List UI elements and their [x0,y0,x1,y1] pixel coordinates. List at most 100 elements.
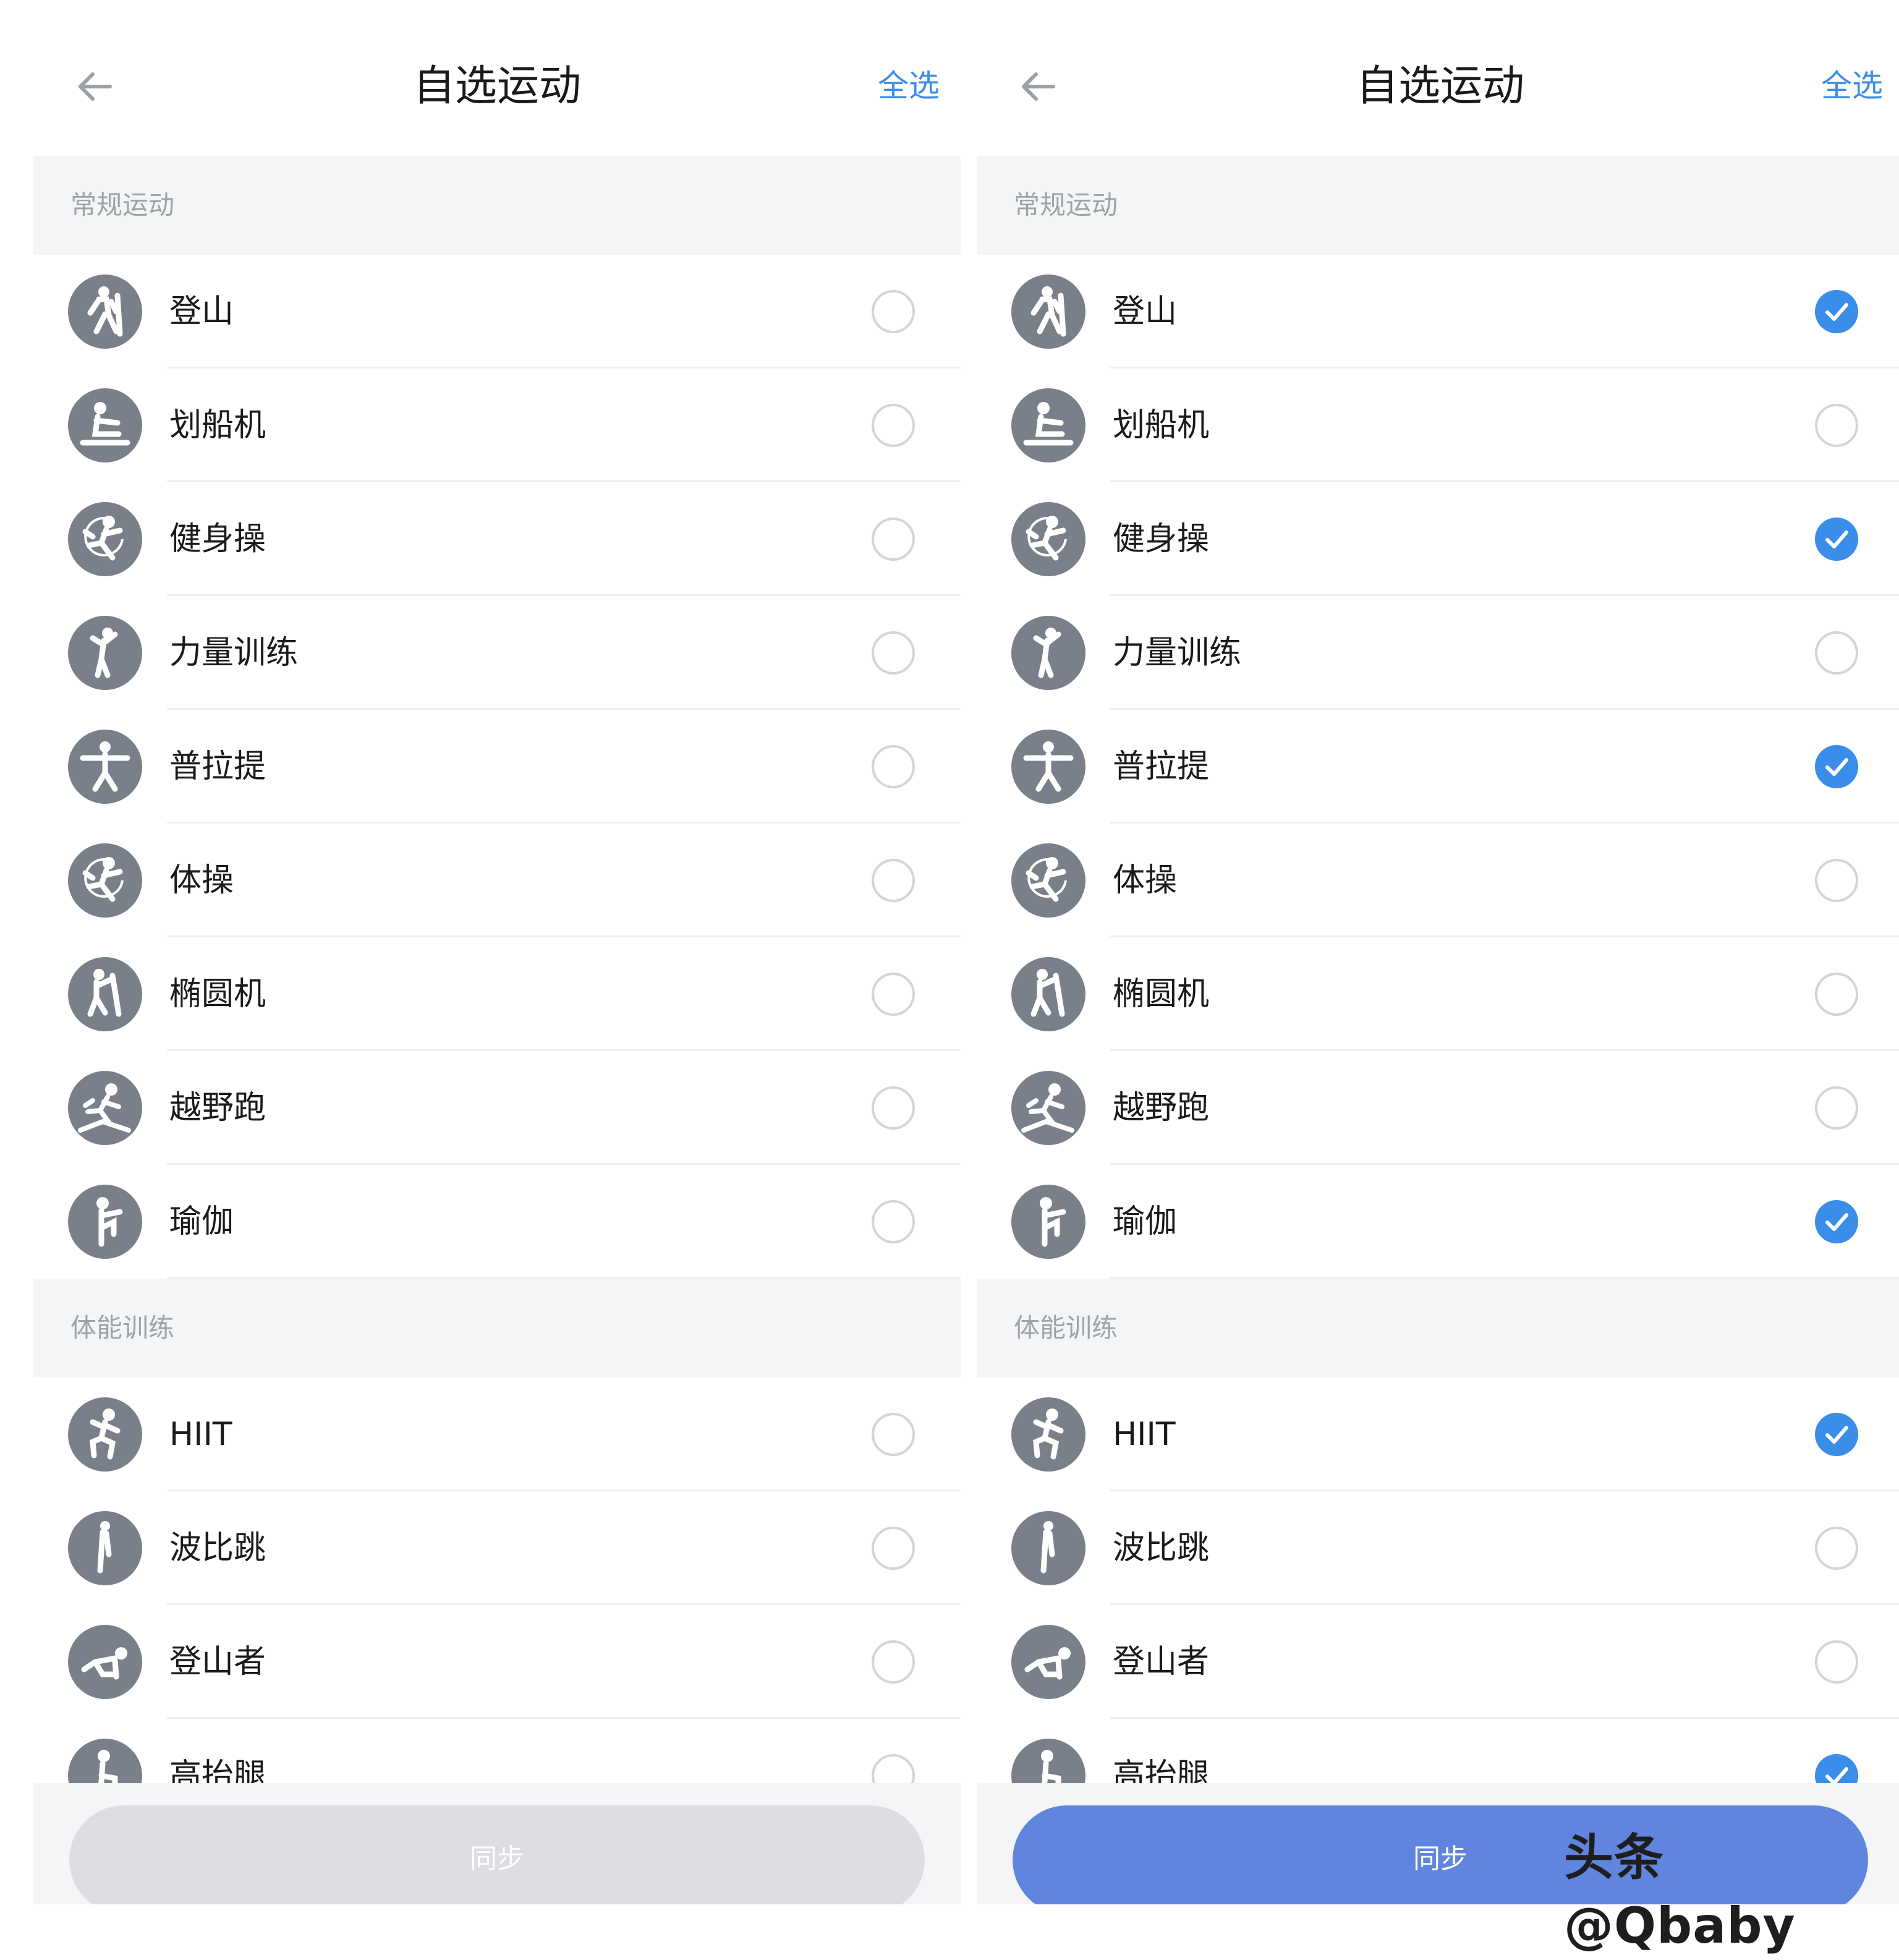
elliptical-icon [68,957,142,1031]
unchecked-radio-icon[interactable] [872,631,915,675]
sport-list-item[interactable]: 健身操 [33,482,961,596]
unchecked-radio-icon[interactable] [1815,1086,1858,1130]
watermark: 头条 @Qbaby [1564,1829,1796,1954]
sport-list-item[interactable]: 越野跑 [977,1051,1899,1165]
pilates-icon [1011,730,1085,804]
trail-running-icon [68,1071,142,1145]
sport-label: 瑜伽 [169,1203,234,1240]
sport-list-item[interactable]: 力量训练 [977,596,1899,710]
sport-list-item[interactable]: 波比跳 [33,1491,961,1605]
sport-list-item[interactable]: 登山者 [33,1605,961,1719]
section-title: 常规运动 [1014,190,1118,220]
burpee-icon [1011,1511,1085,1585]
gymnastics-icon [68,843,142,918]
checked-radio-icon[interactable] [1815,518,1858,561]
sport-list-item[interactable]: 普拉提 [33,710,961,824]
unchecked-radio-icon[interactable] [1815,973,1858,1016]
rowing-machine-icon [68,388,142,462]
sport-selection-screen-unselected: 自选运动 全选 常规运动登山划船机健身操力量训练普拉提体操椭圆机 越野跑瑜伽体能训… [33,0,961,1904]
select-all-button[interactable]: 全选 [878,64,940,108]
sport-list-item[interactable]: 椭圆机 [977,937,1899,1051]
sync-label: 同步 [470,1843,524,1875]
hiit-icon [68,1397,142,1472]
unchecked-radio-icon[interactable] [872,290,915,333]
unchecked-radio-icon[interactable] [872,1527,915,1570]
section-header: 体能训练 [33,1279,961,1378]
unchecked-radio-icon[interactable] [1815,1640,1858,1684]
sport-list-item[interactable]: 体操 [33,824,961,937]
section-title: 常规运动 [70,190,175,220]
sport-list-item[interactable]: 越野跑 [33,1051,961,1165]
sport-label: 波比跳 [169,1530,266,1567]
sport-list: 常规运动登山划船机健身操力量训练普拉提体操椭圆机越野跑瑜伽体能训练 HIIT 波比跳… [977,156,1899,1833]
select-all-button[interactable]: 全选 [1821,64,1883,108]
checked-radio-icon[interactable] [1815,1413,1858,1456]
footer-bar: 同步 [33,1783,961,1904]
unchecked-radio-icon[interactable] [1815,404,1858,447]
sport-list-item[interactable]: 登山 [977,255,1899,369]
aerobics-icon [68,502,142,576]
unchecked-radio-icon[interactable] [872,1200,915,1243]
pilates-icon [68,730,142,804]
sport-list-item[interactable]: 划船机 [977,369,1899,482]
sport-label: 体操 [169,862,234,899]
section-title: 体能训练 [1014,1313,1118,1343]
sport-list-item[interactable]: 划船机 [33,369,961,482]
section-header: 常规运动 [33,156,961,255]
checked-radio-icon[interactable] [1815,290,1858,333]
sport-list-item[interactable]: 普拉提 [977,710,1899,824]
sport-label: 普拉提 [1113,748,1210,785]
sport-list-item[interactable]: 波比跳 [977,1491,1899,1605]
hiking-icon [1011,275,1085,349]
unchecked-radio-icon[interactable] [1815,859,1858,902]
checked-radio-icon[interactable] [1815,1200,1858,1243]
sport-list-item[interactable]: 椭圆机 [33,937,961,1051]
strength-training-icon [1011,616,1085,690]
sport-label: 普拉提 [169,748,266,785]
sport-list-item[interactable]: HIIT [33,1378,961,1491]
unchecked-radio-icon[interactable] [872,859,915,902]
sport-label: 划船机 [169,407,266,444]
sport-label: 健身操 [169,521,266,558]
unchecked-radio-icon[interactable] [872,1640,915,1684]
unchecked-radio-icon[interactable] [872,404,915,447]
unchecked-radio-icon[interactable] [1815,631,1858,675]
rowing-machine-icon [1011,388,1085,462]
sport-label: 体操 [1113,862,1178,899]
section-title: 体能训练 [70,1313,175,1343]
unchecked-radio-icon[interactable] [872,1413,915,1456]
sync-button[interactable]: 同步 [69,1805,925,1904]
aerobics-icon [1011,502,1085,576]
unchecked-radio-icon[interactable] [1815,1527,1858,1570]
sport-label: 波比跳 [1113,1530,1210,1567]
unchecked-radio-icon[interactable] [872,1086,915,1130]
sport-label: 登山 [1113,293,1178,330]
section-header: 常规运动 [977,156,1899,255]
sport-list-item[interactable]: 瑜伽 [33,1165,961,1279]
sport-list-item[interactable]: 力量训练 [33,596,961,710]
sport-label: 椭圆机 [1113,976,1210,1013]
sport-label: 划船机 [1113,407,1210,444]
unchecked-radio-icon[interactable] [872,745,915,788]
sport-list: 常规运动登山划船机健身操力量训练普拉提体操椭圆机 越野跑瑜伽体能训练 HIIT 波比跳… [33,156,961,1833]
checked-radio-icon[interactable] [1815,745,1858,788]
sport-list-item[interactable]: 体操 [977,824,1899,937]
sport-list-item[interactable]: 登山者 [977,1605,1899,1719]
yoga-icon [1011,1185,1085,1259]
sport-list-item[interactable]: 瑜伽 [977,1165,1899,1279]
unchecked-radio-icon[interactable] [872,518,915,561]
page-title: 自选运动 [412,62,581,111]
sport-label: 力量训练 [169,634,299,671]
unchecked-radio-icon[interactable] [872,973,915,1016]
sport-label: 健身操 [1113,521,1210,558]
sport-label: 越野跑 [1113,1089,1210,1127]
mountain-climber-icon [1011,1625,1085,1699]
page-title: 自选运动 [1356,62,1524,111]
sport-list-item[interactable]: 健身操 [977,482,1899,596]
sport-label: 登山 [169,293,234,330]
strength-training-icon [68,616,142,690]
sport-list-item[interactable]: 登山 [33,255,961,369]
sport-label: 瑜伽 [1113,1203,1178,1240]
sport-list-item[interactable]: HIIT [977,1378,1899,1491]
elliptical-icon [1011,957,1085,1031]
